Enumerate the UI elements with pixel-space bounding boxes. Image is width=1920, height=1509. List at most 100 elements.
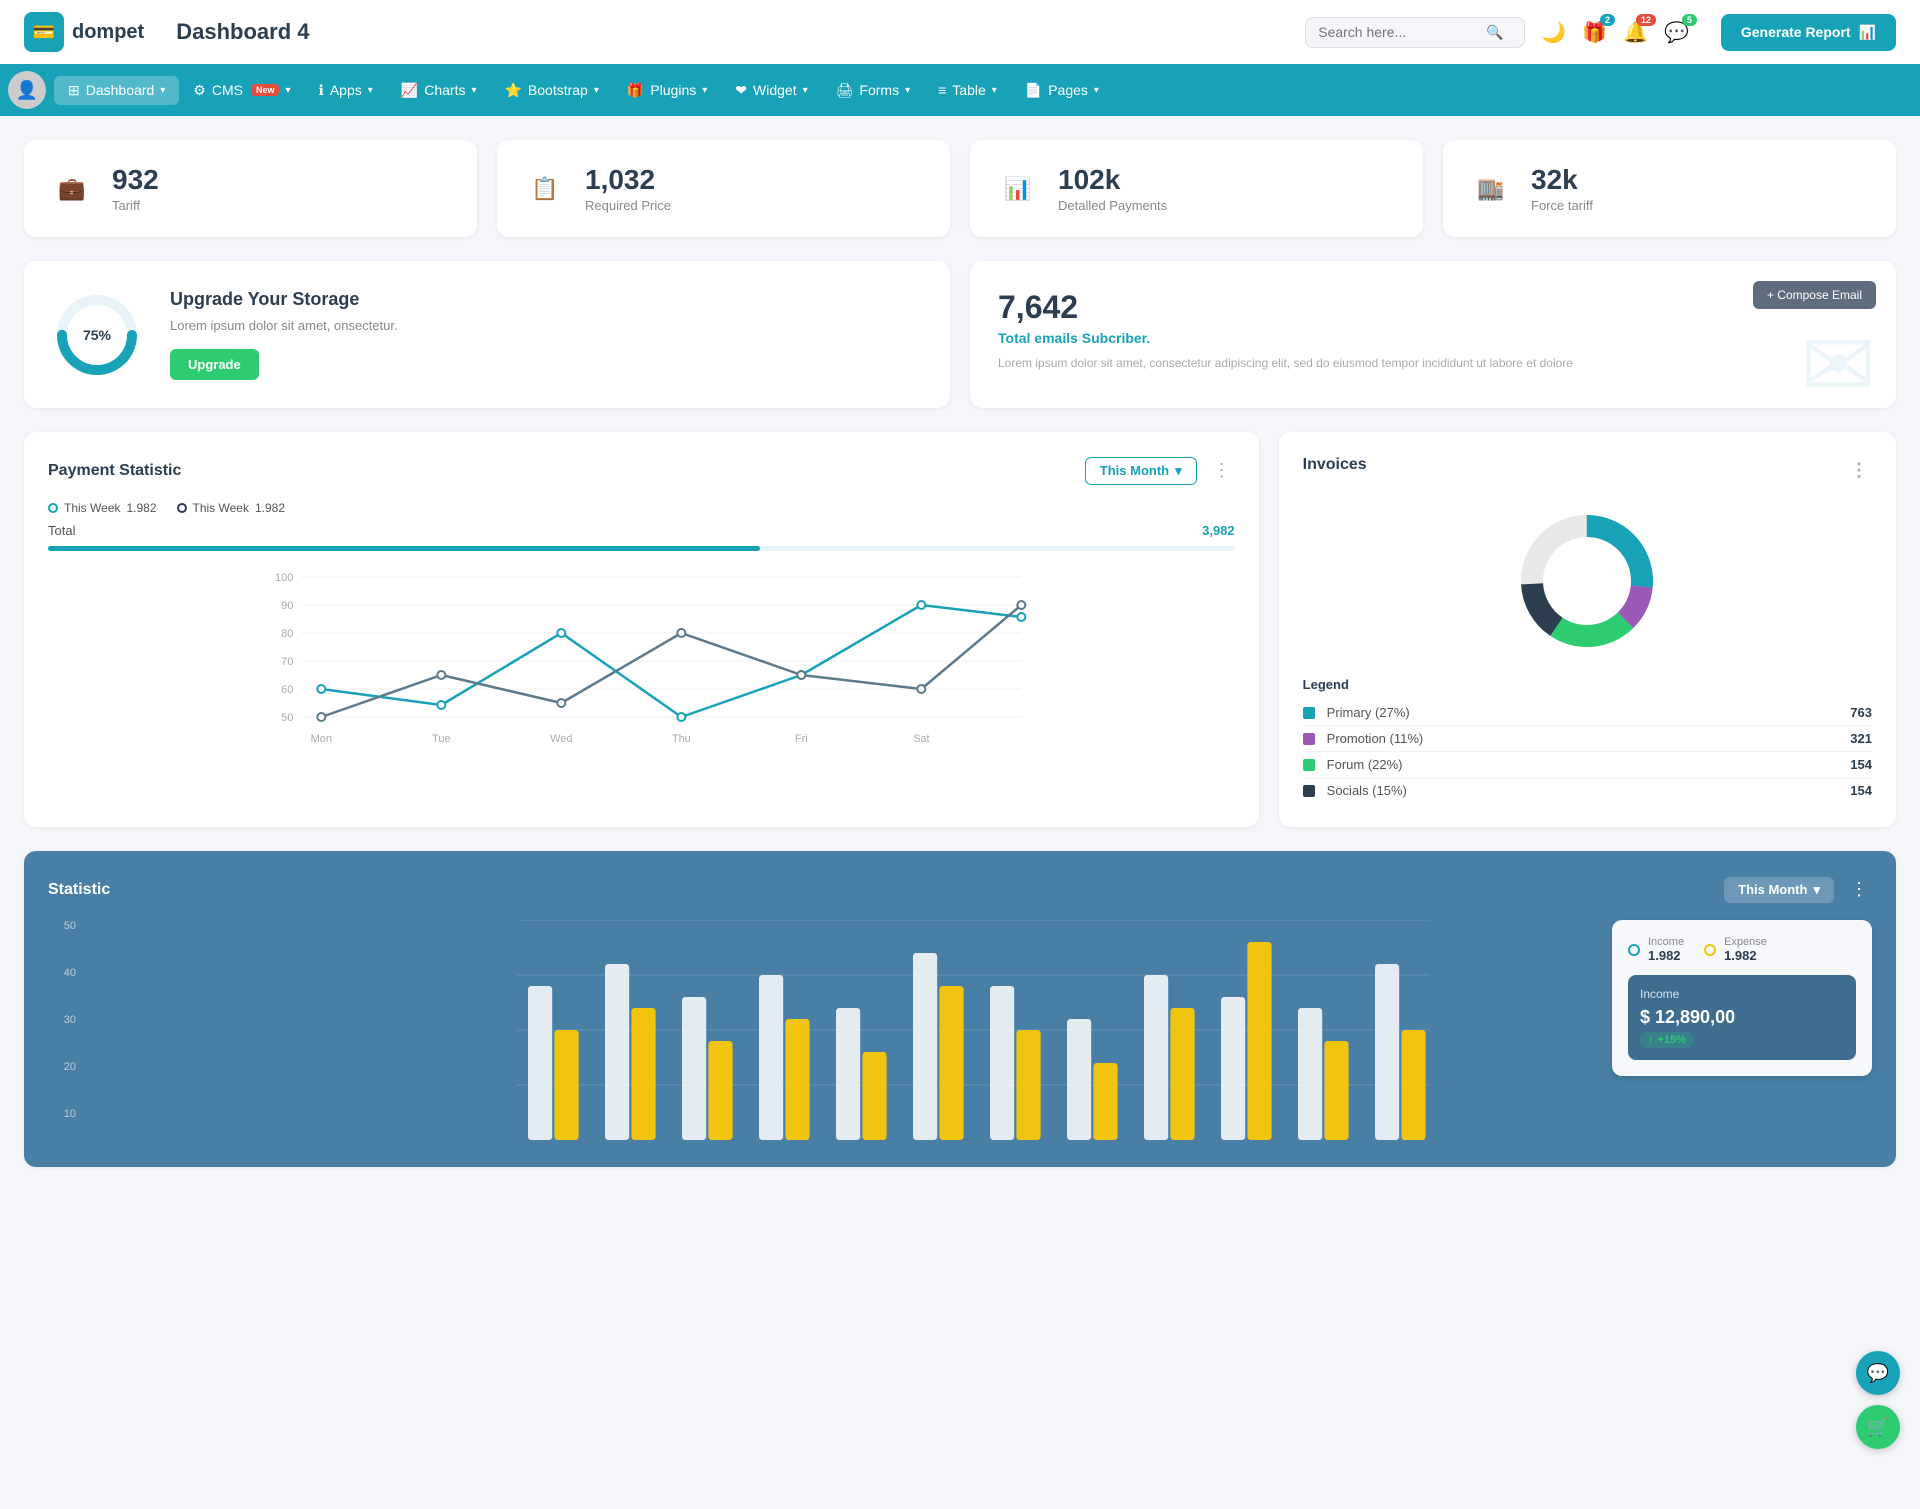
generate-report-label: Generate Report bbox=[1741, 24, 1851, 40]
chevron-down-filter-icon: ▾ bbox=[1175, 463, 1182, 479]
legend-val-forum: 154 bbox=[1850, 757, 1872, 772]
nav-label-charts: Charts bbox=[424, 82, 465, 98]
search-bar[interactable]: 🔍 bbox=[1305, 17, 1525, 48]
stat-card-payments: 📊 102k Detalled Payments bbox=[970, 140, 1423, 237]
chat-btn[interactable]: 💬 5 bbox=[1664, 20, 1689, 45]
more-options-icon[interactable]: ⋮ bbox=[1209, 456, 1235, 485]
upgrade-button[interactable]: Upgrade bbox=[170, 349, 259, 380]
legend-name-socials: Socials (15%) bbox=[1303, 783, 1407, 798]
payment-chart-title: Payment Statistic bbox=[48, 462, 181, 480]
chevron-down-icon-pages: ▾ bbox=[1094, 85, 1099, 96]
stat-info-force: 32k Force tariff bbox=[1531, 164, 1593, 213]
main-content: 💼 932 Tariff 📋 1,032 Required Price 📊 10… bbox=[0, 116, 1920, 1191]
legend-label-2: This Week bbox=[193, 501, 249, 515]
legend-label-socials: Socials (15%) bbox=[1327, 783, 1407, 798]
y-label-40: 40 bbox=[48, 967, 76, 979]
income-label: Income bbox=[1648, 936, 1684, 948]
email-card: + Compose Email 7,642 Total emails Subcr… bbox=[970, 261, 1896, 408]
price-value: 1,032 bbox=[585, 164, 671, 196]
nav-item-bootstrap[interactable]: ⭐ Bootstrap ▾ bbox=[490, 76, 612, 105]
svg-text:60: 60 bbox=[281, 684, 293, 696]
income-box-title: Income bbox=[1640, 987, 1844, 1001]
nav-item-plugins[interactable]: 🎁 Plugins ▾ bbox=[613, 76, 721, 105]
payments-icon: 📊 bbox=[994, 165, 1042, 213]
chart-header: Payment Statistic This Month ▾ ⋮ bbox=[48, 456, 1235, 485]
legend-val-primary: 763 bbox=[1850, 705, 1872, 720]
nav-label-widget: Widget bbox=[753, 82, 797, 98]
nav-item-forms[interactable]: 🖨 Forms ▾ bbox=[822, 76, 924, 105]
chat-badge: 5 bbox=[1682, 14, 1697, 26]
chevron-down-icon-charts: ▾ bbox=[471, 85, 476, 96]
progress-bar-wrap bbox=[48, 546, 1235, 551]
legend-label-promotion: Promotion (11%) bbox=[1327, 731, 1424, 746]
tariff-icon: 💼 bbox=[48, 165, 96, 213]
statistic-month-filter-button[interactable]: This Month ▾ bbox=[1724, 877, 1834, 903]
payments-value: 102k bbox=[1058, 164, 1167, 196]
nav-item-dashboard[interactable]: ⊞ Dashboard ▾ bbox=[54, 76, 179, 105]
legend-item-primary: Primary (27%) 763 bbox=[1303, 700, 1872, 726]
header-icons: 🌙 🎁 2 🔔 12 💬 5 Generate Report 📊 bbox=[1541, 14, 1896, 51]
chevron-down-icon-plugins: ▾ bbox=[702, 85, 707, 96]
legend-val-promotion: 321 bbox=[1850, 731, 1872, 746]
email-description: Lorem ipsum dolor sit amet, consectetur … bbox=[998, 354, 1868, 373]
nav-item-apps[interactable]: ℹ Apps ▾ bbox=[305, 76, 387, 105]
logo-text: dompet bbox=[72, 21, 144, 44]
y-label-10: 10 bbox=[48, 1108, 76, 1120]
legend-item-1: This Week 1.982 bbox=[48, 501, 157, 515]
legend-color-socials bbox=[1303, 785, 1315, 797]
statistic-more-icon[interactable]: ⋮ bbox=[1846, 875, 1872, 904]
generate-report-button[interactable]: Generate Report 📊 bbox=[1721, 14, 1896, 51]
legend-value-1: 1.982 bbox=[126, 501, 156, 515]
table-icon: ≡ bbox=[938, 82, 946, 98]
legend-value-2: 1.982 bbox=[255, 501, 285, 515]
bar-chart-container: 10 20 30 40 50 bbox=[48, 920, 1872, 1143]
plugins-icon: 🎁 bbox=[627, 82, 644, 99]
nav-item-table[interactable]: ≡ Table ▾ bbox=[924, 76, 1011, 104]
price-label: Required Price bbox=[585, 198, 671, 213]
legend-dot-1 bbox=[48, 503, 58, 513]
expense-value: 1.982 bbox=[1724, 948, 1767, 963]
income-dot bbox=[1628, 944, 1640, 956]
svg-text:70: 70 bbox=[281, 656, 293, 668]
price-icon: 📋 bbox=[521, 165, 569, 213]
svg-text:Sat: Sat bbox=[913, 733, 930, 745]
nav-item-widget[interactable]: ❤ Widget ▾ bbox=[721, 76, 821, 105]
legend-item-socials: Socials (15%) 154 bbox=[1303, 778, 1872, 803]
gift-btn[interactable]: 🎁 2 bbox=[1582, 20, 1607, 45]
legend-color-promotion bbox=[1303, 733, 1315, 745]
nav-item-charts[interactable]: 📈 Charts ▾ bbox=[387, 76, 491, 105]
legend-name-promotion: Promotion (11%) bbox=[1303, 731, 1424, 746]
charts-row: Payment Statistic This Month ▾ ⋮ This We… bbox=[24, 432, 1896, 827]
storage-title: Upgrade Your Storage bbox=[170, 289, 398, 310]
income-badge-value: +15% bbox=[1658, 1034, 1686, 1046]
income-panel: Income 1.982 Expense 1.982 Income $ bbox=[1612, 920, 1872, 1076]
svg-text:50: 50 bbox=[281, 712, 293, 724]
svg-text:Fri: Fri bbox=[795, 733, 808, 745]
force-value: 32k bbox=[1531, 164, 1593, 196]
chevron-down-icon-widget: ▾ bbox=[803, 85, 808, 96]
nav: 👤 ⊞ Dashboard ▾ ⚙ CMS New ▾ ℹ Apps ▾ 📈 C… bbox=[0, 64, 1920, 116]
notification-btn[interactable]: 🔔 12 bbox=[1623, 20, 1648, 45]
stat-info-price: 1,032 Required Price bbox=[585, 164, 671, 213]
dark-mode-btn[interactable]: 🌙 bbox=[1541, 20, 1566, 45]
compose-email-button[interactable]: + Compose Email bbox=[1753, 281, 1876, 309]
search-input[interactable] bbox=[1318, 24, 1478, 40]
chevron-down-icon-bootstrap: ▾ bbox=[594, 85, 599, 96]
nav-item-cms[interactable]: ⚙ CMS New ▾ bbox=[179, 76, 304, 105]
stat-info-payments: 102k Detalled Payments bbox=[1058, 164, 1167, 213]
chevron-down-icon-table: ▾ bbox=[992, 85, 997, 96]
stat-info-tariff: 932 Tariff bbox=[112, 164, 159, 213]
expense-dot bbox=[1704, 944, 1716, 956]
stats-grid: 💼 932 Tariff 📋 1,032 Required Price 📊 10… bbox=[24, 140, 1896, 237]
chat-float-button[interactable]: 💬 bbox=[1856, 1351, 1900, 1395]
cart-float-button[interactable]: 🛒 bbox=[1856, 1405, 1900, 1449]
chevron-down-icon-cms: ▾ bbox=[285, 85, 290, 96]
this-month-filter-button[interactable]: This Month ▾ bbox=[1085, 457, 1197, 485]
statistic-controls: This Month ▾ ⋮ bbox=[1724, 875, 1872, 904]
statistic-body: 10 20 30 40 50 bbox=[48, 920, 1872, 1143]
nav-item-pages[interactable]: 📄 Pages ▾ bbox=[1011, 76, 1113, 105]
expense-legend-item: Expense 1.982 bbox=[1704, 936, 1767, 963]
logo-icon: 💳 bbox=[24, 12, 64, 52]
y-label-30: 30 bbox=[48, 1014, 76, 1026]
invoices-more-icon[interactable]: ⋮ bbox=[1846, 456, 1872, 485]
